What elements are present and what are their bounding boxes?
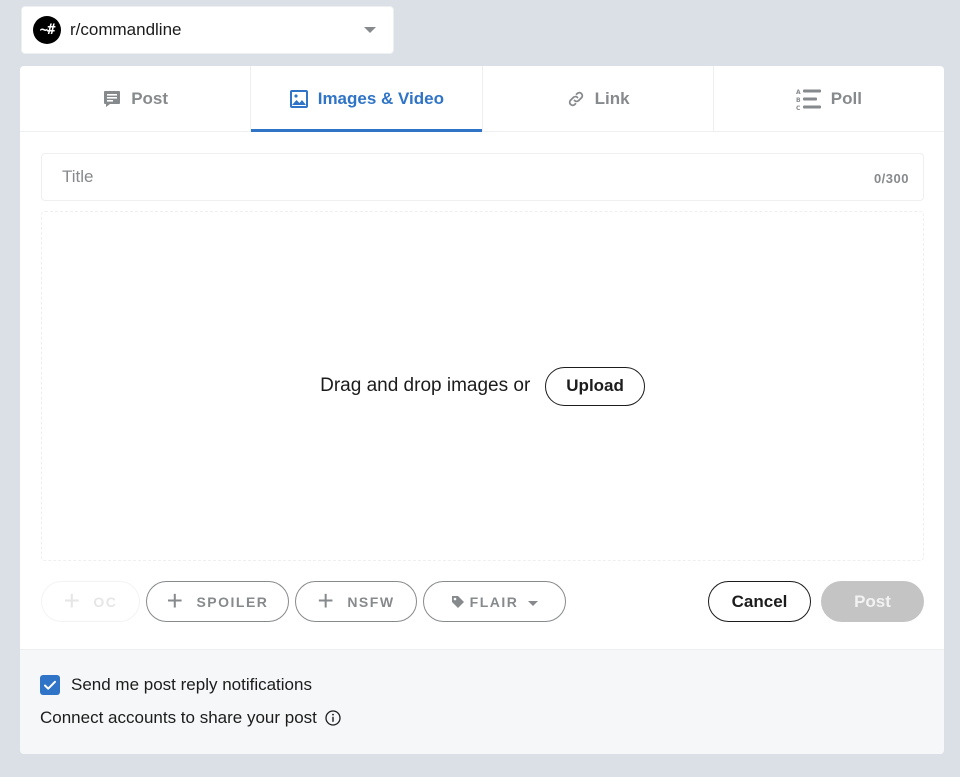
plus-icon: +: [317, 584, 336, 616]
tab-link[interactable]: Link: [483, 66, 714, 131]
poll-icon: ABC: [796, 88, 822, 110]
link-icon: [566, 89, 586, 109]
tab-post-label: Post: [131, 88, 169, 108]
dropzone-text: Drag and drop images or: [320, 375, 531, 396]
chevron-down-icon: [364, 27, 376, 33]
connect-accounts-label: Connect accounts to share your post: [40, 708, 317, 727]
community-avatar: ~#: [33, 16, 61, 44]
tag-icon: [451, 595, 465, 609]
svg-text:B: B: [796, 97, 801, 104]
community-selector[interactable]: ~# r/commandline: [21, 6, 394, 54]
tab-poll-label: Poll: [830, 88, 862, 108]
info-icon[interactable]: [325, 710, 341, 726]
upload-button[interactable]: Upload: [545, 366, 645, 406]
post-type-tabs: Post Images & Video Link ABC Poll: [20, 66, 944, 132]
post-actions: + OC + SPOILER + NSFW FLAIR Cancel Post: [41, 581, 924, 622]
tab-poll[interactable]: ABC Poll: [714, 66, 944, 131]
title-char-count: 0/300: [873, 171, 909, 186]
post-options-footer: Send me post reply notifications Connect…: [20, 649, 944, 754]
plus-icon: +: [63, 584, 82, 616]
svg-text:A: A: [796, 89, 801, 96]
create-post-card: Post Images & Video Link ABC Poll 0/300: [20, 66, 944, 754]
spoiler-tag-label: SPOILER: [196, 593, 269, 610]
image-icon: [289, 89, 309, 109]
notify-label: Send me post reply notifications: [71, 675, 312, 694]
tab-images-video[interactable]: Images & Video: [251, 66, 483, 132]
nsfw-tag-button[interactable]: + NSFW: [295, 581, 417, 622]
oc-tag-button[interactable]: + OC: [41, 581, 140, 622]
flair-label: FLAIR: [469, 593, 519, 610]
oc-tag-label: OC: [93, 593, 118, 610]
submit-post-button[interactable]: Post: [821, 581, 924, 622]
chevron-down-icon: [528, 600, 539, 606]
title-input[interactable]: [42, 154, 923, 200]
tab-images-video-label: Images & Video: [317, 88, 445, 108]
media-dropzone[interactable]: Drag and drop images or Upload: [41, 211, 924, 561]
plus-icon: +: [166, 584, 185, 616]
nsfw-tag-label: NSFW: [347, 593, 395, 610]
cancel-button[interactable]: Cancel: [708, 581, 811, 622]
tab-link-label: Link: [594, 88, 630, 108]
svg-text:C: C: [796, 105, 801, 110]
spoiler-tag-button[interactable]: + SPOILER: [146, 581, 289, 622]
title-field: 0/300: [41, 153, 924, 201]
notify-checkbox[interactable]: [40, 675, 60, 695]
community-name: r/commandline: [70, 20, 182, 39]
flair-button[interactable]: FLAIR: [423, 581, 566, 622]
tab-post[interactable]: Post: [20, 66, 252, 131]
post-icon: [102, 89, 122, 109]
check-icon: [44, 680, 56, 690]
